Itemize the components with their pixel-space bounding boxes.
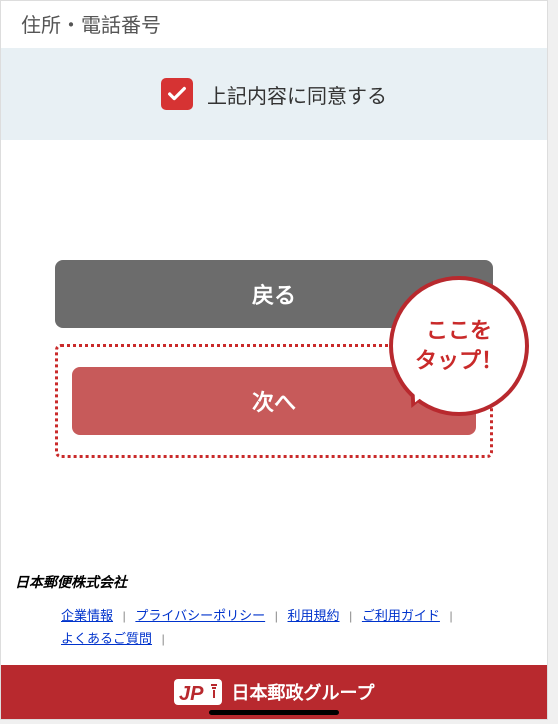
link-faq[interactable]: よくあるご質問: [61, 631, 152, 646]
callout-text: ここを タップ！: [415, 316, 503, 375]
consent-checkbox-row[interactable]: 上記内容に同意する: [161, 78, 387, 110]
footer: 日本郵便株式会社 企業情報 | プライバシーポリシー | 利用規約 | ご利用ガ…: [1, 568, 547, 719]
svg-text:JP: JP: [179, 683, 204, 705]
footer-group-label: 日本郵政グループ: [232, 679, 375, 705]
tap-here-callout: ここを タップ！: [389, 276, 529, 416]
app-screen: 住所・電話番号 上記内容に同意する 戻る 次へ ここを タップ！ 日本郵便株式会…: [0, 0, 548, 720]
company-name: 日本郵便株式会社: [1, 568, 547, 596]
link-corporate[interactable]: 企業情報: [61, 608, 113, 623]
consent-checkbox[interactable]: [161, 78, 193, 110]
section-label: 住所・電話番号: [1, 1, 547, 48]
footer-brand-bar: JP 日本郵政グループ: [1, 665, 547, 719]
footer-links: 企業情報 | プライバシーポリシー | 利用規約 | ご利用ガイド | よくある…: [1, 596, 547, 665]
link-privacy[interactable]: プライバシーポリシー: [135, 608, 265, 623]
link-guide[interactable]: ご利用ガイド: [362, 608, 440, 623]
consent-panel: 上記内容に同意する: [1, 48, 547, 140]
check-icon: [166, 83, 188, 105]
jp-logo-icon: JP: [174, 676, 222, 708]
consent-label: 上記内容に同意する: [207, 80, 387, 109]
link-terms[interactable]: 利用規約: [288, 608, 340, 623]
home-indicator: [209, 710, 339, 715]
